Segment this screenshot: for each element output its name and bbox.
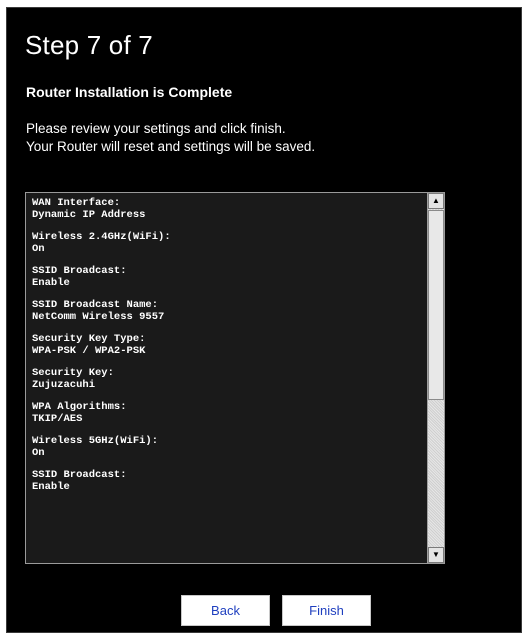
page-subtitle: Router Installation is Complete — [26, 84, 233, 100]
setting-label: SSID Broadcast: — [32, 469, 127, 481]
setting-label: Security Key Type: — [32, 333, 146, 345]
setting-item: Wireless 2.4GHz(WiFi): On — [32, 231, 427, 255]
setting-value: TKIP/AES — [32, 413, 83, 425]
page-title: Step 7 of 7 — [25, 30, 153, 60]
settings-summary-list: WAN Interface: Dynamic IP Address Wirele… — [26, 193, 427, 563]
setting-label: Security Key: — [32, 367, 114, 379]
setting-value: WPA-PSK / WPA2-PSK — [32, 345, 146, 357]
arrow-up-icon[interactable]: ▲ — [428, 193, 444, 209]
setting-item: Security Key: Zujuzacuhi — [32, 367, 427, 391]
setting-value: On — [32, 243, 45, 255]
setting-label: Wireless 5GHz(WiFi): — [32, 435, 159, 447]
setting-item: WAN Interface: Dynamic IP Address — [32, 197, 427, 221]
instructions: Please review your settings and click fi… — [26, 120, 315, 156]
wizard-panel: Step 7 of 7 Router Installation is Compl… — [6, 7, 522, 633]
setting-label: SSID Broadcast Name: — [32, 299, 159, 311]
setting-item: Security Key Type: WPA-PSK / WPA2-PSK — [32, 333, 427, 357]
arrow-down-icon[interactable]: ▼ — [428, 547, 444, 563]
instruction-line: Please review your settings and click fi… — [26, 121, 286, 136]
setting-value: NetComm Wireless 9557 — [32, 311, 165, 323]
setting-value: Enable — [32, 481, 70, 493]
setting-value: Dynamic IP Address — [32, 209, 146, 221]
setting-item: SSID Broadcast: Enable — [32, 469, 427, 493]
setting-value: On — [32, 447, 45, 459]
setting-label: Wireless 2.4GHz(WiFi): — [32, 231, 171, 243]
setting-item: SSID Broadcast Name: NetComm Wireless 95… — [32, 299, 427, 323]
setting-label: SSID Broadcast: — [32, 265, 127, 277]
instruction-line: Your Router will reset and settings will… — [26, 139, 316, 154]
finish-button[interactable]: Finish — [282, 595, 371, 626]
setting-item: Wireless 5GHz(WiFi): On — [32, 435, 427, 459]
setting-label: WPA Algorithms: — [32, 401, 127, 413]
back-button[interactable]: Back — [181, 595, 270, 626]
setting-value: Zujuzacuhi — [32, 379, 96, 391]
scrollbar-thumb[interactable] — [428, 210, 444, 400]
setting-item: SSID Broadcast: Enable — [32, 265, 427, 289]
setting-label: WAN Interface: — [32, 197, 121, 209]
settings-summary-box[interactable]: WAN Interface: Dynamic IP Address Wirele… — [25, 192, 445, 564]
vertical-scrollbar[interactable]: ▲ ▼ — [427, 193, 444, 563]
setting-value: Enable — [32, 277, 70, 289]
setting-item: WPA Algorithms: TKIP/AES — [32, 401, 427, 425]
